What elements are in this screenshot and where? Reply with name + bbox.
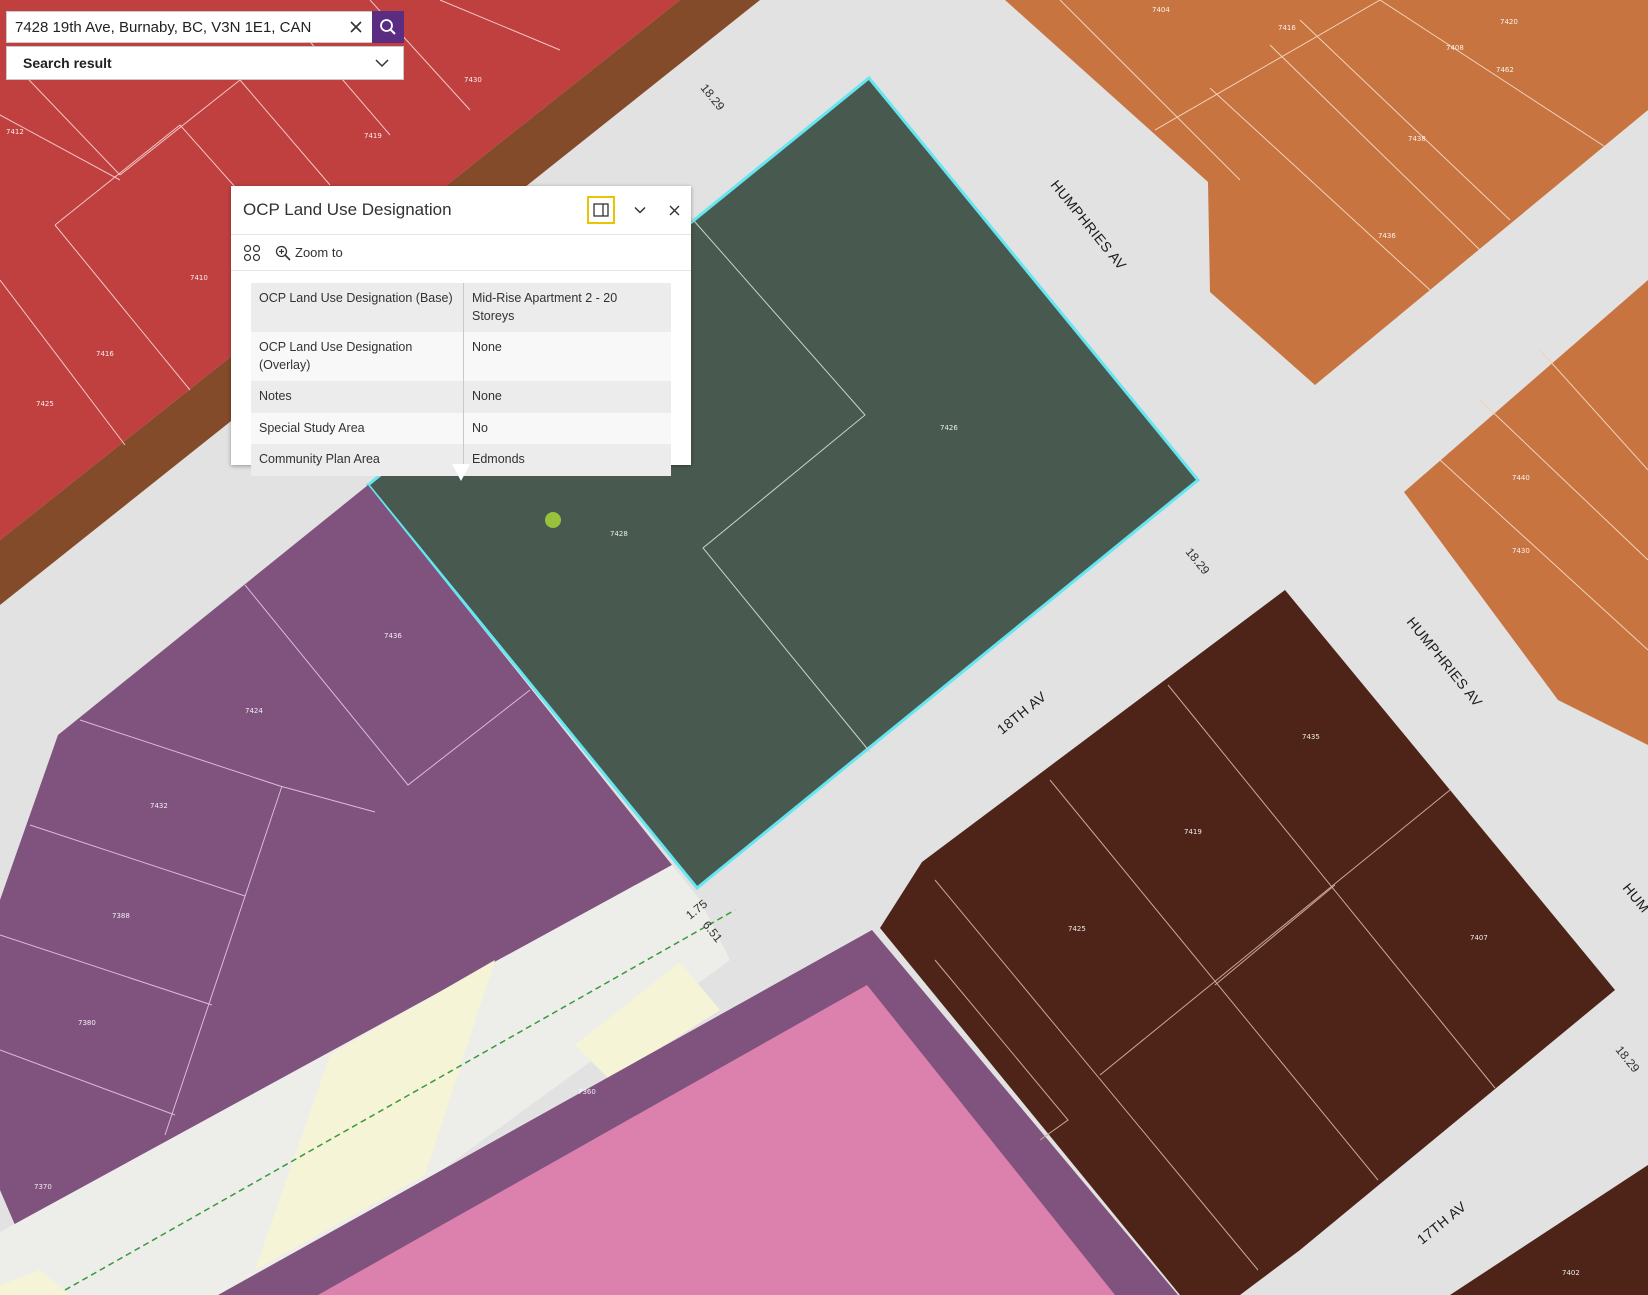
search-result-label: Search result <box>23 55 112 71</box>
lot-number: 7438 <box>1408 135 1426 143</box>
close-icon <box>669 205 679 215</box>
lot-number: 7416 <box>1278 24 1296 32</box>
attribute-value: Mid-Rise Apartment 2 - 20 Storeys <box>472 291 618 323</box>
attribute-table: OCP Land Use Designation (Base) Mid-Rise… <box>251 283 671 476</box>
lot-number: 7462 <box>1496 66 1514 74</box>
lot-number: 7432 <box>150 802 168 810</box>
lot-number: 7435 <box>1302 733 1320 741</box>
lot-number: 7407 <box>1470 934 1488 942</box>
collapse-button[interactable] <box>623 193 657 227</box>
attribute-key: Community Plan Area <box>251 444 464 476</box>
zoom-in-icon <box>275 245 291 261</box>
search-bar: 7428 19th Ave, Burnaby, BC, V3N 1E1, CAN <box>6 11 404 43</box>
search-result-dropdown[interactable]: Search result <box>6 46 404 80</box>
lot-number: 7416 <box>96 350 114 358</box>
lot-number: 7430 <box>1512 547 1530 555</box>
lot-number: 7424 <box>245 707 263 715</box>
zoom-to-button[interactable]: Zoom to <box>275 245 343 261</box>
actions-menu-button[interactable] <box>239 240 265 266</box>
attribute-key: Special Study Area <box>251 412 464 444</box>
lot-number: 7428 <box>610 530 628 538</box>
search-location-marker[interactable] <box>545 512 561 528</box>
popup-title: OCP Land Use Designation <box>243 200 452 219</box>
actions-grid-icon <box>243 244 261 261</box>
attribute-value: None <box>472 340 502 354</box>
dock-button[interactable] <box>587 196 615 224</box>
search-button[interactable] <box>372 11 404 43</box>
table-row: Notes None <box>251 381 671 413</box>
lot-number: 7410 <box>190 274 208 282</box>
lot-number: 7425 <box>36 400 54 408</box>
popup-header: OCP Land Use Designation <box>231 186 691 235</box>
clear-search-button[interactable] <box>340 12 372 42</box>
close-icon <box>350 21 362 33</box>
lot-number: 7388 <box>112 912 130 920</box>
feature-popup: OCP Land Use Designation Zoom to OCP Lan… <box>231 186 691 476</box>
lot-number: 7404 <box>1152 6 1170 14</box>
table-row: OCP Land Use Designation (Base) Mid-Rise… <box>251 283 671 332</box>
lot-number: 7370 <box>34 1183 52 1191</box>
chevron-down-icon <box>634 206 646 214</box>
popup-actions: Zoom to <box>231 235 691 271</box>
close-popup-button[interactable] <box>657 193 691 227</box>
table-row: OCP Land Use Designation (Overlay) None <box>251 332 671 381</box>
lot-number: 7419 <box>364 132 382 140</box>
attribute-value: No <box>472 420 488 435</box>
lot-number: 7436 <box>1378 232 1396 240</box>
search-icon <box>380 19 396 35</box>
lot-number: 7430 <box>464 76 482 84</box>
search-input[interactable]: 7428 19th Ave, Burnaby, BC, V3N 1E1, CAN <box>7 19 340 36</box>
lot-number: 7440 <box>1512 474 1530 482</box>
zoom-to-label: Zoom to <box>295 245 343 260</box>
lot-number: 7420 <box>1500 18 1518 26</box>
attribute-key: OCP Land Use Designation (Base) <box>251 283 464 332</box>
lot-number: 7412 <box>6 128 24 136</box>
lot-number: 7402 <box>1562 1269 1580 1277</box>
attribute-key: OCP Land Use Designation (Overlay) <box>251 332 464 381</box>
lot-number: 7360 <box>578 1088 596 1096</box>
lot-number: 7380 <box>78 1019 96 1027</box>
lot-number: 7425 <box>1068 925 1086 933</box>
popup-pointer <box>452 464 470 481</box>
attribute-value: Edmonds <box>472 452 525 466</box>
attribute-value: None <box>472 389 502 403</box>
lot-number: 7408 <box>1446 44 1464 52</box>
lot-number: 7426 <box>940 424 958 432</box>
lot-number: 7436 <box>384 632 402 640</box>
chevron-down-icon <box>375 59 389 68</box>
attribute-key: Notes <box>251 381 464 413</box>
lot-number: 7419 <box>1184 828 1202 836</box>
dock-panel-icon <box>593 203 609 217</box>
table-row: Special Study Area No <box>251 412 671 444</box>
